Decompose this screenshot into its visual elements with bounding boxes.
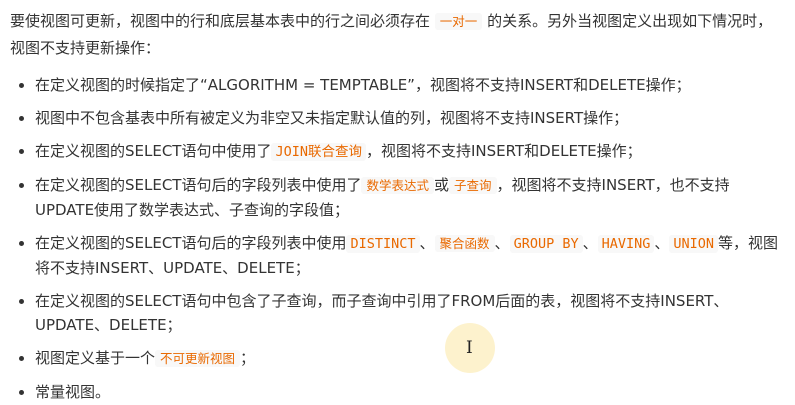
- list-item: 视图中不包含基表中所有被定义为非空又未指定默认值的列，视图将不支持INSERT操…: [10, 106, 780, 130]
- inline-code: DISTINCT: [346, 235, 420, 253]
- item-text: ，视图将不支持INSERT和DELETE操作；: [366, 142, 642, 160]
- condition-list: 在定义视图的时候指定了“ALGORITHM = TEMPTABLE”，视图将不支…: [10, 73, 780, 404]
- bullet-icon: [19, 149, 24, 154]
- item-text: 在定义视图的SELECT语句中包含了子查询，而子查询中引用了FROM后面的表，视…: [35, 292, 729, 334]
- item-text: 、: [654, 234, 670, 252]
- item-text: 常量视图。: [35, 383, 111, 401]
- document-body: 要使视图可更新，视图中的行和底层基本表中的行之间必须存在 一对一 的关系。另外当…: [10, 8, 780, 405]
- bullet-icon: [19, 241, 24, 246]
- inline-code: UNION: [669, 235, 719, 253]
- list-item: 在定义视图的SELECT语句后的字段列表中使用 DISTINCT、聚合函数、 GRO…: [10, 231, 780, 280]
- inline-code: 不可更新视图: [155, 350, 241, 367]
- list-item: 在定义视图的SELECT语句中包含了子查询，而子查询中引用了FROM后面的表，视…: [10, 289, 780, 337]
- inline-code-one-to-one: 一对一: [434, 13, 483, 30]
- bullet-icon: [19, 390, 24, 395]
- inline-code: 聚合函数: [434, 235, 495, 252]
- item-text: 或: [434, 176, 450, 194]
- item-text: ；: [240, 349, 256, 367]
- item-text: 在定义视图的SELECT语句后的字段列表中使用了: [35, 176, 362, 194]
- item-text: 、: [582, 234, 598, 252]
- bullet-icon: [19, 83, 24, 88]
- bullet-icon: [19, 299, 24, 304]
- item-text: 在定义视图的时候指定了“ALGORITHM = TEMPTABLE”，视图将不支…: [35, 76, 691, 94]
- intro-text-1: 要使视图可更新，视图中的行和底层基本表中的行之间必须存在: [10, 12, 431, 30]
- item-text: 在定义视图的SELECT语句中使用了: [35, 142, 272, 160]
- bullet-icon: [19, 356, 24, 361]
- item-text: 、: [419, 234, 435, 252]
- inline-code: 数学表达式: [361, 177, 434, 194]
- item-text: 视图定义基于一个: [35, 349, 156, 367]
- list-item: 视图定义基于一个 不可更新视图；: [10, 346, 780, 371]
- bullet-icon: [19, 116, 24, 121]
- list-item: 在定义视图的SELECT语句后的字段列表中使用了 数学表达式或子查询 ，视图将不支持…: [10, 173, 780, 222]
- inline-code: GROUP BY: [509, 235, 583, 253]
- list-item: 在定义视图的时候指定了“ALGORITHM = TEMPTABLE”，视图将不支…: [10, 73, 780, 97]
- intro-paragraph: 要使视图可更新，视图中的行和底层基本表中的行之间必须存在 一对一 的关系。另外当…: [10, 8, 780, 61]
- bullet-icon: [19, 183, 24, 188]
- item-text: 、: [494, 234, 510, 252]
- list-item: 常量视图。: [10, 380, 780, 404]
- item-text: 视图中不包含基表中所有被定义为非空又未指定默认值的列，视图将不支持INSERT操…: [35, 109, 629, 127]
- inline-code: JOIN联合查询: [271, 143, 366, 161]
- item-text: 在定义视图的SELECT语句后的字段列表中使用: [35, 234, 347, 252]
- text-cursor-icon: I: [466, 338, 473, 358]
- inline-code: 子查询: [449, 177, 497, 194]
- inline-code: HAVING: [597, 235, 655, 253]
- list-item: 在定义视图的SELECT语句中使用了 JOIN联合查询 ，视图将不支持INSERT和…: [10, 139, 780, 164]
